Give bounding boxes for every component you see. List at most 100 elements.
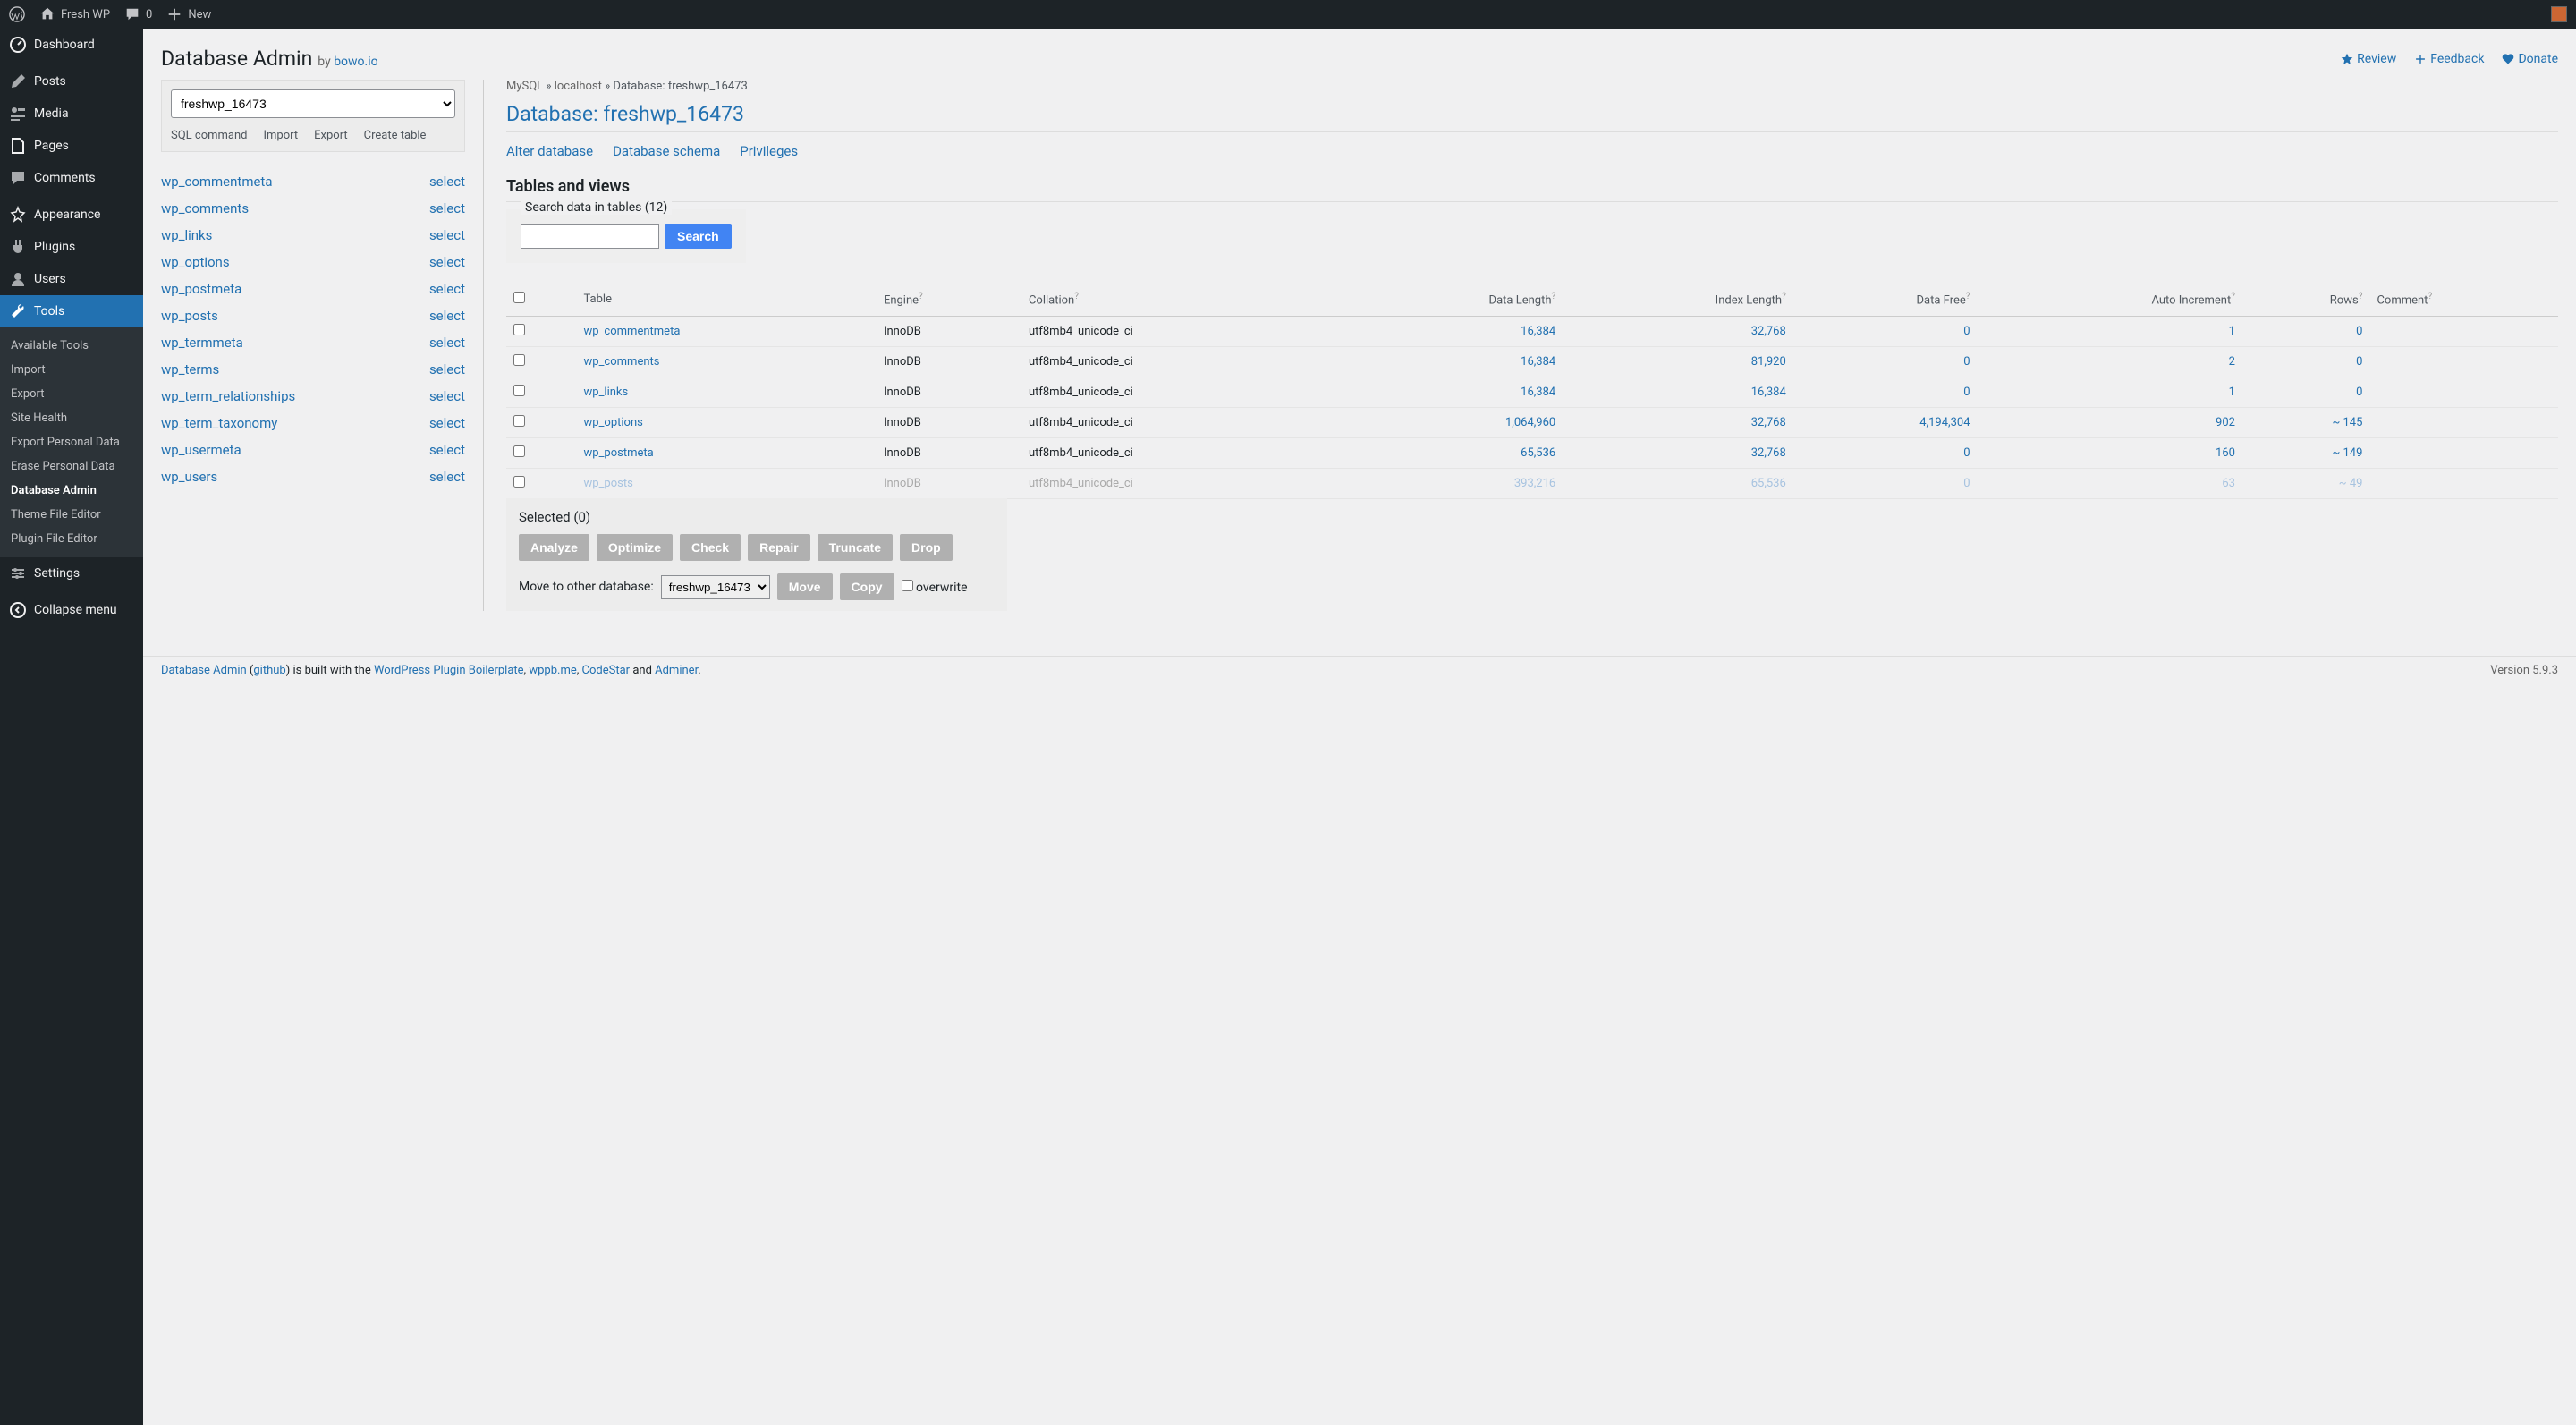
crumb-mysql[interactable]: MySQL xyxy=(506,80,543,93)
table-select-link[interactable]: select xyxy=(429,227,465,243)
table-select-link[interactable]: select xyxy=(429,254,465,270)
table-link[interactable]: wp_options xyxy=(584,416,643,429)
admin-sidebar: Dashboard Posts Media Pages Comments App… xyxy=(0,29,143,1425)
table-select-link[interactable]: select xyxy=(429,335,465,351)
menu-settings[interactable]: Settings xyxy=(0,557,143,590)
overwrite-checkbox[interactable] xyxy=(902,580,913,591)
table-name-link[interactable]: wp_options xyxy=(161,254,230,270)
sub-database-admin[interactable]: Database Admin xyxy=(0,479,143,503)
table-name-link[interactable]: wp_commentmeta xyxy=(161,174,273,190)
table-name-link[interactable]: wp_users xyxy=(161,469,217,485)
menu-tools[interactable]: Tools xyxy=(0,295,143,327)
collapse-menu[interactable]: Collapse menu xyxy=(0,594,143,626)
export-link[interactable]: Export xyxy=(314,129,348,142)
check-button[interactable]: Check xyxy=(680,534,741,561)
user-avatar[interactable] xyxy=(2551,6,2567,22)
donate-link[interactable]: Donate xyxy=(2502,52,2558,66)
drop-button[interactable]: Drop xyxy=(900,534,953,561)
main-content: Database Admin by bowo.io Review Feedbac… xyxy=(143,29,2576,1425)
sub-site-health[interactable]: Site Health xyxy=(0,406,143,430)
table-link[interactable]: wp_comments xyxy=(584,355,660,369)
new-link[interactable]: New xyxy=(166,6,211,22)
table-name-link[interactable]: wp_links xyxy=(161,227,212,243)
menu-users[interactable]: Users xyxy=(0,263,143,295)
table-name-link[interactable]: wp_term_taxonomy xyxy=(161,415,277,431)
search-button[interactable]: Search xyxy=(665,224,732,249)
footer-boilerplate-link[interactable]: WordPress Plugin Boilerplate xyxy=(374,664,524,677)
admin-toolbar: Fresh WP 0 New xyxy=(0,0,2576,29)
sub-erase-personal[interactable]: Erase Personal Data xyxy=(0,454,143,479)
alter-db-link[interactable]: Alter database xyxy=(506,143,593,159)
table-name-link[interactable]: wp_postmeta xyxy=(161,281,242,297)
table-name-link[interactable]: wp_termmeta xyxy=(161,335,243,351)
sql-command-link[interactable]: SQL command xyxy=(171,129,248,142)
table-link[interactable]: wp_posts xyxy=(584,477,633,490)
feedback-link[interactable]: Feedback xyxy=(2414,52,2484,66)
sub-import[interactable]: Import xyxy=(0,358,143,382)
db-select[interactable]: freshwp_16473 xyxy=(171,89,455,118)
table-row: wp_optionsInnoDButf8mb4_unicode_ci1,064,… xyxy=(506,408,2558,438)
comments-link[interactable]: 0 xyxy=(124,6,152,22)
truncate-button[interactable]: Truncate xyxy=(818,534,893,561)
table-link[interactable]: wp_links xyxy=(584,386,629,399)
footer-adminer-link[interactable]: Adminer xyxy=(655,664,698,677)
table-select-link[interactable]: select xyxy=(429,361,465,377)
table-select-link[interactable]: select xyxy=(429,442,465,458)
sub-available-tools[interactable]: Available Tools xyxy=(0,334,143,358)
table-select-link[interactable]: select xyxy=(429,308,465,324)
table-select-link[interactable]: select xyxy=(429,388,465,404)
review-link[interactable]: Review xyxy=(2341,52,2396,66)
copy-button[interactable]: Copy xyxy=(840,573,894,600)
menu-media[interactable]: Media xyxy=(0,98,143,130)
sub-theme-editor[interactable]: Theme File Editor xyxy=(0,503,143,527)
sub-export-personal[interactable]: Export Personal Data xyxy=(0,430,143,454)
privileges-link[interactable]: Privileges xyxy=(740,143,798,159)
table-name-link[interactable]: wp_comments xyxy=(161,200,249,216)
analyze-button[interactable]: Analyze xyxy=(519,534,589,561)
table-name-link[interactable]: wp_terms xyxy=(161,361,219,377)
table-link[interactable]: wp_postmeta xyxy=(584,446,654,460)
table-link[interactable]: wp_commentmeta xyxy=(584,325,681,338)
create-table-link[interactable]: Create table xyxy=(364,129,427,142)
row-checkbox[interactable] xyxy=(513,476,525,488)
move-button[interactable]: Move xyxy=(777,573,833,600)
table-select-link[interactable]: select xyxy=(429,415,465,431)
import-link[interactable]: Import xyxy=(264,129,299,142)
table-select-link[interactable]: select xyxy=(429,281,465,297)
footer-wppb-link[interactable]: wppb.me xyxy=(529,664,576,677)
row-checkbox[interactable] xyxy=(513,445,525,457)
table-name-link[interactable]: wp_usermeta xyxy=(161,442,242,458)
menu-pages[interactable]: Pages xyxy=(0,130,143,162)
row-checkbox[interactable] xyxy=(513,385,525,396)
sub-plugin-editor[interactable]: Plugin File Editor xyxy=(0,527,143,551)
sub-export[interactable]: Export xyxy=(0,382,143,406)
row-checkbox[interactable] xyxy=(513,415,525,427)
row-checkbox[interactable] xyxy=(513,324,525,335)
search-box: Search data in tables (12) Search xyxy=(506,209,746,263)
table-select-link[interactable]: select xyxy=(429,174,465,190)
footer-github-link[interactable]: github xyxy=(253,664,285,677)
version-label: Version 5.9.3 xyxy=(2490,664,2558,677)
footer-codestar-link[interactable]: CodeStar xyxy=(582,664,631,677)
select-all-checkbox[interactable] xyxy=(513,292,525,303)
menu-comments[interactable]: Comments xyxy=(0,162,143,194)
author-link[interactable]: bowo.io xyxy=(334,55,377,69)
move-db-select[interactable]: freshwp_16473 xyxy=(661,575,770,599)
table-select-link[interactable]: select xyxy=(429,200,465,216)
table-name-link[interactable]: wp_term_relationships xyxy=(161,388,295,404)
site-link[interactable]: Fresh WP xyxy=(39,6,110,22)
footer-dba-link[interactable]: Database Admin xyxy=(161,664,247,677)
db-schema-link[interactable]: Database schema xyxy=(613,143,720,159)
search-input[interactable] xyxy=(521,224,659,249)
crumb-host[interactable]: localhost xyxy=(555,80,602,93)
table-select-link[interactable]: select xyxy=(429,469,465,485)
menu-appearance[interactable]: Appearance xyxy=(0,199,143,231)
table-name-link[interactable]: wp_posts xyxy=(161,308,218,324)
menu-dashboard[interactable]: Dashboard xyxy=(0,29,143,61)
row-checkbox[interactable] xyxy=(513,354,525,366)
wp-logo[interactable] xyxy=(9,6,25,22)
menu-posts[interactable]: Posts xyxy=(0,65,143,98)
repair-button[interactable]: Repair xyxy=(748,534,810,561)
optimize-button[interactable]: Optimize xyxy=(597,534,673,561)
menu-plugins[interactable]: Plugins xyxy=(0,231,143,263)
